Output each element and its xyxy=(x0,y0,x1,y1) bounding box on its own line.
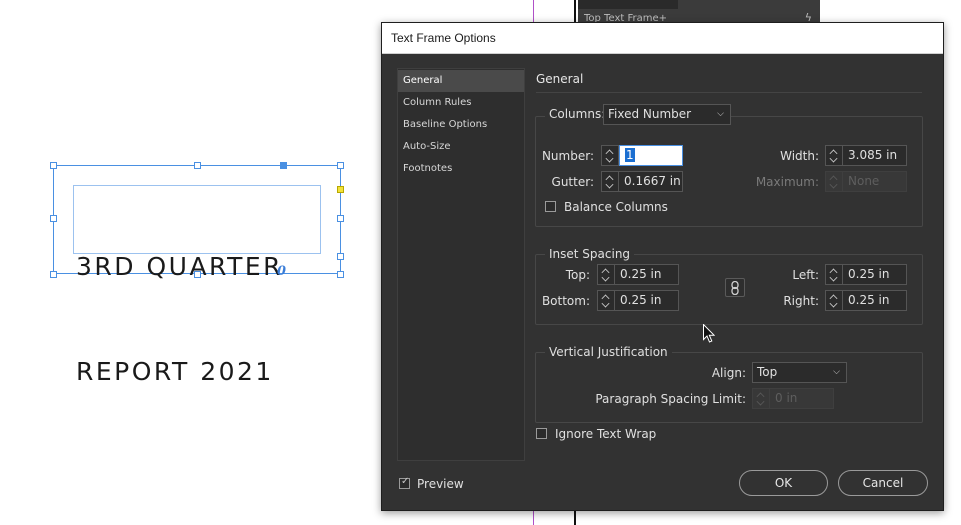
dialog-title: Text Frame Options xyxy=(391,31,496,45)
inset-right-field[interactable]: 0.25 in xyxy=(843,290,907,311)
width-field[interactable]: 3.085 in xyxy=(843,145,907,166)
chevron-down-icon: ⌵ xyxy=(717,109,724,119)
maximum-label: Maximum: xyxy=(755,175,819,189)
inset-top-label: Top: xyxy=(565,268,590,282)
nav-item-general[interactable]: General xyxy=(398,70,524,92)
preview-label: Preview xyxy=(417,477,464,491)
gutter-field[interactable]: 0.1667 in xyxy=(619,171,683,192)
width-stepper[interactable]: 3.085 in xyxy=(825,145,907,166)
resize-handle-bottom[interactable] xyxy=(194,271,201,278)
balance-columns-checkbox[interactable] xyxy=(545,201,556,212)
preview-checkbox[interactable] xyxy=(399,476,410,489)
section-divider xyxy=(536,92,922,93)
paragraph-spacing-stepper: 0 in xyxy=(752,388,834,409)
inset-bottom-stepper[interactable]: 0.25 in xyxy=(597,290,679,311)
vertical-justification-group xyxy=(535,352,923,423)
inset-left-label: Left: xyxy=(792,268,819,282)
resize-handle-left[interactable] xyxy=(50,215,57,222)
nav-item-auto-size[interactable]: Auto-Size xyxy=(398,136,524,158)
number-label: Number: xyxy=(541,149,594,163)
text-frame-options-dialog: Text Frame Options General Column Rules … xyxy=(381,22,944,511)
nav-item-footnotes[interactable]: Footnotes xyxy=(398,158,524,180)
inset-left-stepper[interactable]: 0.25 in xyxy=(825,264,907,285)
nav-item-baseline-options[interactable]: Baseline Options xyxy=(398,114,524,136)
paragraph-spacing-field: 0 in xyxy=(770,388,834,409)
inset-bottom-label: Bottom: xyxy=(541,294,590,308)
resize-handle-right[interactable] xyxy=(337,215,344,222)
resize-handle-top[interactable] xyxy=(194,162,201,169)
inset-spacing-legend: Inset Spacing xyxy=(545,247,635,261)
resize-handle-bottom-left[interactable] xyxy=(50,271,57,278)
number-field[interactable]: 1 xyxy=(619,145,683,166)
columns-type-value: Fixed Number xyxy=(608,107,692,121)
chain-link-icon[interactable] xyxy=(725,278,745,297)
nav-item-column-rules[interactable]: Column Rules xyxy=(398,92,524,114)
out-port-handle[interactable] xyxy=(337,253,344,260)
paragraph-spacing-limit-label: Paragraph Spacing Limit: xyxy=(595,392,746,406)
columns-type-dropdown[interactable]: Fixed Number ⌵ xyxy=(603,104,731,125)
ok-button[interactable]: OK xyxy=(739,470,828,496)
stepper-arrows-icon[interactable] xyxy=(597,290,615,311)
gutter-label: Gutter: xyxy=(551,175,594,189)
panel-tabstrip xyxy=(578,0,678,9)
columns-label: Columns: xyxy=(545,107,610,121)
mouse-cursor-icon xyxy=(703,323,716,346)
vertical-justification-legend: Vertical Justification xyxy=(545,345,672,359)
inset-top-field[interactable]: 0.25 in xyxy=(615,264,679,285)
section-title: General xyxy=(536,72,584,86)
gutter-stepper[interactable]: 0.1667 in xyxy=(601,171,683,192)
text-frame-content[interactable]: 3RD QUARTER REPORT 2021 xyxy=(76,179,283,459)
inset-right-label: Right: xyxy=(783,294,819,308)
cancel-button[interactable]: Cancel xyxy=(838,470,928,496)
stepper-arrows-icon[interactable] xyxy=(601,145,619,166)
balance-columns-label: Balance Columns xyxy=(564,200,668,214)
frame-text-line-1: 3RD QUARTER xyxy=(76,252,284,281)
ignore-text-wrap-checkbox[interactable] xyxy=(536,428,547,439)
stepper-arrows-icon[interactable] xyxy=(825,264,843,285)
in-port-handle[interactable] xyxy=(280,162,287,169)
stepper-arrows-icon[interactable] xyxy=(825,145,843,166)
resize-handle-top-right[interactable] xyxy=(337,162,344,169)
align-value: Top xyxy=(757,365,778,379)
stepper-arrows-icon[interactable] xyxy=(597,264,615,285)
number-stepper[interactable]: 1 xyxy=(601,145,683,166)
ignore-text-wrap-label: Ignore Text Wrap xyxy=(555,427,657,441)
stepper-arrows-icon[interactable] xyxy=(601,171,619,192)
chevron-down-icon: ⌵ xyxy=(833,367,840,377)
overset-indicator: 0 xyxy=(277,264,287,279)
dialog-titlebar[interactable]: Text Frame Options xyxy=(382,23,943,54)
width-label: Width: xyxy=(780,149,819,163)
stepper-arrows-icon xyxy=(825,171,843,192)
frame-text-line-2: REPORT 2021 xyxy=(76,357,274,386)
maximum-stepper: None xyxy=(825,171,907,192)
stepper-arrows-icon[interactable] xyxy=(825,290,843,311)
align-label: Align: xyxy=(711,366,746,380)
align-dropdown[interactable]: Top ⌵ xyxy=(752,362,847,383)
options-sidebar: General Column Rules Baseline Options Au… xyxy=(397,68,525,461)
inset-right-stepper[interactable]: 0.25 in xyxy=(825,290,907,311)
maximum-field: None xyxy=(843,171,907,192)
inset-top-stepper[interactable]: 0.25 in xyxy=(597,264,679,285)
inset-left-field[interactable]: 0.25 in xyxy=(843,264,907,285)
inset-bottom-field[interactable]: 0.25 in xyxy=(615,290,679,311)
resize-handle-top-left[interactable] xyxy=(50,162,57,169)
corner-options-handle[interactable] xyxy=(337,186,344,193)
stepper-arrows-icon xyxy=(752,388,770,409)
resize-handle-bottom-right[interactable] xyxy=(337,271,344,278)
